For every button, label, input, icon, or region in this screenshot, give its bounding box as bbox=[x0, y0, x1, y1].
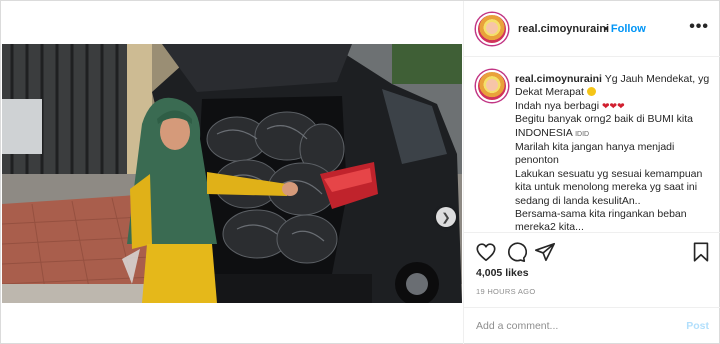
caption-text: real.cimoynuraini Yg Jauh Mendekat, yg D… bbox=[515, 73, 711, 231]
heart-emoji-icon: ❤❤❤ bbox=[602, 100, 625, 111]
caption-line-4: Marilah kita jangan hanya menjadi penont… bbox=[515, 141, 675, 167]
caption-line-6: Bersama-sama kita ringankan beban mereka… bbox=[515, 208, 687, 231]
post-side-panel: real.cimoynuraini • Follow ••• real.cimo… bbox=[463, 1, 720, 344]
post-header: real.cimoynuraini • Follow ••• bbox=[464, 1, 720, 57]
comment-bar: Post bbox=[464, 307, 720, 344]
follow-separator: • bbox=[604, 23, 608, 35]
caption-line-3: Begitu banyak orng2 baik di BUMI kita IN… bbox=[515, 113, 694, 139]
comment-icon[interactable] bbox=[505, 241, 527, 263]
chevron-right-icon: ❯ bbox=[441, 211, 451, 224]
carousel-next-button[interactable]: ❯ bbox=[436, 207, 456, 227]
post-media[interactable]: ❯ bbox=[2, 44, 462, 303]
action-bar bbox=[464, 232, 720, 272]
flag-emoji-text: IDID bbox=[575, 130, 590, 138]
caption-avatar[interactable] bbox=[476, 70, 508, 102]
post-comment-button[interactable]: Post bbox=[686, 320, 709, 332]
smile-emoji-icon bbox=[586, 87, 596, 97]
instagram-post-card: ❯ real.cimoynuraini • Follow ••• real.ci… bbox=[0, 0, 720, 344]
comment-input[interactable] bbox=[476, 320, 666, 332]
caption-username[interactable]: real.cimoynuraini bbox=[515, 73, 602, 85]
caption-line-2: Indah nya berbagi bbox=[515, 99, 600, 112]
post-photo bbox=[2, 44, 462, 303]
avatar[interactable] bbox=[476, 13, 508, 45]
caption-line-5: Lakukan sesuatu yg sesuai kemampuan kita… bbox=[515, 167, 703, 207]
post-timestamp[interactable]: 19 HOURS AGO bbox=[476, 287, 535, 296]
share-icon[interactable] bbox=[534, 241, 556, 263]
likes-count[interactable]: 4,005 likes bbox=[476, 267, 529, 279]
header-username[interactable]: real.cimoynuraini bbox=[518, 23, 609, 35]
bookmark-icon[interactable] bbox=[690, 241, 712, 263]
follow-group: • Follow bbox=[604, 23, 646, 35]
caption-area[interactable]: real.cimoynuraini Yg Jauh Mendekat, yg D… bbox=[464, 58, 720, 231]
more-options-icon[interactable]: ••• bbox=[689, 18, 709, 36]
follow-button[interactable]: Follow bbox=[611, 23, 646, 35]
heart-icon[interactable] bbox=[475, 241, 497, 263]
